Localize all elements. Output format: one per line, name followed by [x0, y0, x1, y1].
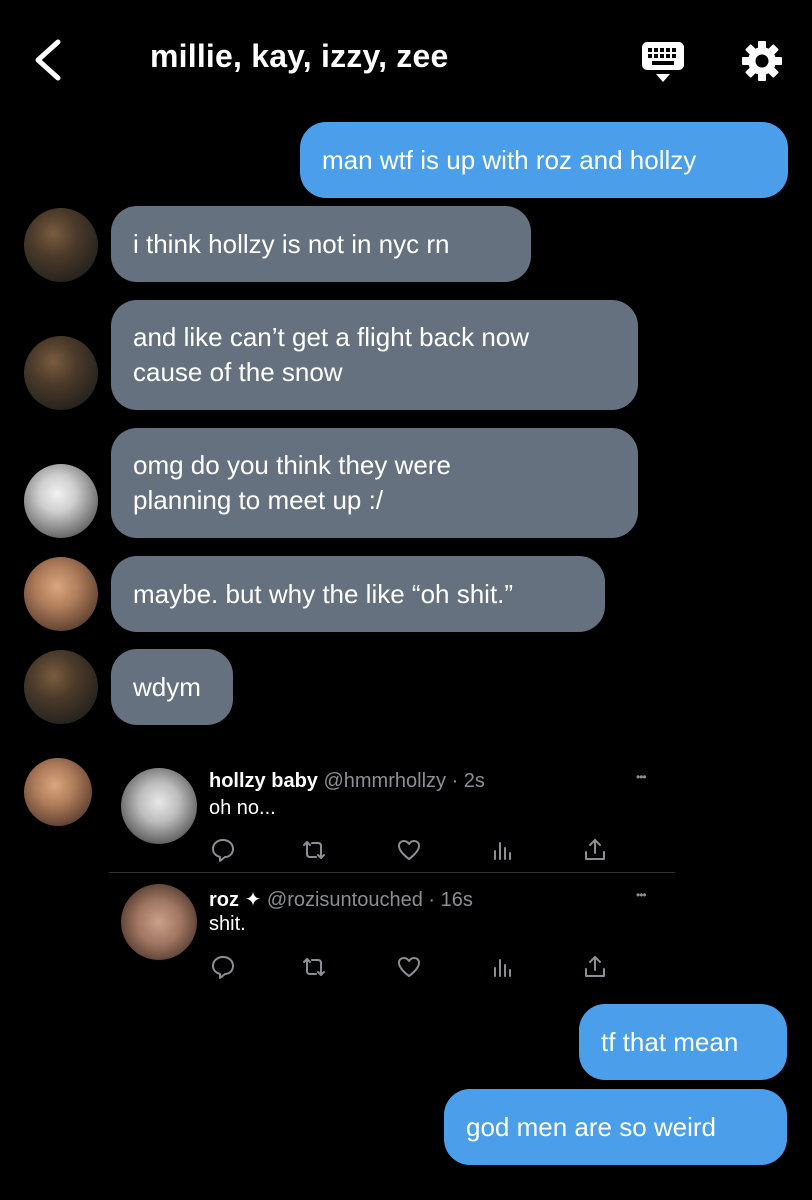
header-bar: millie, kay, izzy, zee [0, 0, 812, 118]
reply-icon[interactable] [210, 954, 236, 980]
message-text-line: and like can’t get a flight back now [133, 322, 530, 352]
tweet-author[interactable]: roz ✦ @rozisuntouched · 16s [209, 887, 473, 912]
retweet-icon[interactable] [301, 954, 327, 980]
tweet-author-name: hollzy baby [209, 770, 318, 792]
message-text: i think hollzy is not in nyc rn [133, 228, 450, 259]
share-icon[interactable] [582, 837, 608, 863]
message-text: tf that mean [601, 1026, 739, 1057]
like-icon[interactable] [396, 954, 422, 980]
analytics-icon[interactable] [490, 837, 516, 863]
message-text: maybe. but why the like “oh shit.” [133, 578, 514, 609]
message-text: man wtf is up with roz and hollzy [322, 144, 697, 175]
tweet-author-badge: ✦ [244, 889, 262, 911]
avatar[interactable] [24, 650, 98, 724]
reply-icon[interactable] [210, 837, 236, 863]
message-text-line: planning to meet up :/ [133, 485, 384, 515]
tweet-author-name: roz [209, 889, 239, 911]
avatar[interactable] [24, 336, 98, 410]
more-icon[interactable]: ••• [636, 770, 647, 784]
chevron-left-icon[interactable] [26, 36, 70, 84]
message-bubble-incoming[interactable]: omg do you think they were planning to m… [111, 428, 638, 538]
avatar[interactable] [24, 758, 92, 826]
tweet-avatar[interactable] [121, 884, 197, 960]
message-bubble-incoming[interactable]: and like can’t get a flight back now cau… [111, 300, 638, 410]
gear-icon[interactable] [741, 40, 783, 82]
retweet-icon[interactable] [301, 837, 327, 863]
share-icon[interactable] [582, 954, 608, 980]
message-text: wdym [133, 671, 201, 702]
like-icon[interactable] [396, 837, 422, 863]
message-text: god men are so weird [466, 1111, 717, 1142]
tweet-handle: @rozisuntouched · 16s [266, 889, 473, 911]
message-text-line: omg do you think they were [133, 450, 451, 480]
message-bubble-incoming[interactable]: i think hollzy is not in nyc rn [111, 206, 531, 282]
message-bubble-outgoing[interactable]: man wtf is up with roz and hollzy [300, 122, 788, 198]
tweet-handle: @hmmrhollzy · 2s [323, 770, 485, 792]
message-text-line: cause of the snow [133, 357, 343, 387]
message-bubble-outgoing[interactable]: god men are so weird [444, 1089, 787, 1165]
avatar[interactable] [24, 464, 98, 538]
conversation-title[interactable]: millie, kay, izzy, zee [150, 38, 448, 75]
message-bubble-incoming[interactable]: wdym [111, 649, 233, 725]
divider [109, 872, 675, 873]
message-bubble-outgoing[interactable]: tf that mean [579, 1004, 787, 1080]
more-icon[interactable]: ••• [636, 888, 647, 902]
analytics-icon[interactable] [490, 954, 516, 980]
dm-conversation-screen: millie, kay, izzy, zee man wtf is up wit… [0, 0, 812, 1200]
avatar[interactable] [24, 557, 98, 631]
keyboard-icon[interactable] [640, 40, 686, 84]
tweet-avatar[interactable] [121, 768, 197, 844]
message-bubble-incoming[interactable]: maybe. but why the like “oh shit.” [111, 556, 605, 632]
tweet-text: shit. [209, 913, 246, 935]
tweet-text: oh no... [209, 797, 276, 819]
tweet-author[interactable]: hollzy baby @hmmrhollzy · 2s [209, 770, 485, 793]
avatar[interactable] [24, 208, 98, 282]
